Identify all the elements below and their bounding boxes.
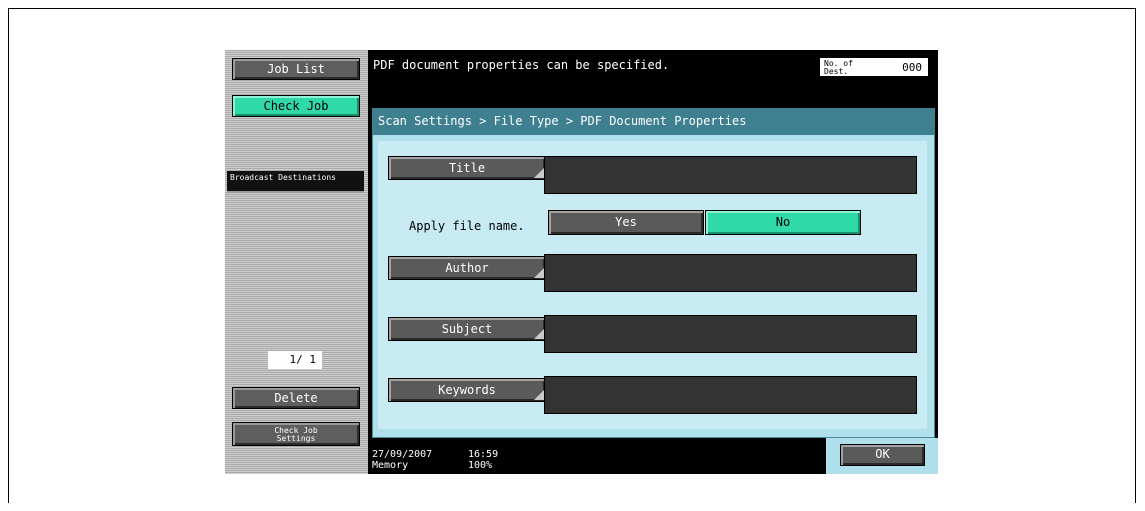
dest-count-box: No. of Dest. 000 (819, 57, 929, 77)
yes-label: Yes (615, 215, 637, 229)
job-list-button[interactable]: Job List (232, 58, 360, 80)
keywords-button[interactable]: Keywords (388, 378, 546, 402)
status-time: 16:59 (468, 449, 499, 460)
no-button[interactable]: No (705, 210, 861, 235)
delete-label: Delete (274, 391, 318, 405)
memory-label: Memory (372, 460, 409, 471)
ok-label: OK (875, 447, 890, 461)
memory-value: 100% (468, 460, 493, 471)
apply-file-name-label: Apply file name. (409, 219, 525, 233)
dest-value: 000 (902, 61, 922, 74)
yes-button[interactable]: Yes (548, 210, 704, 235)
check-job-settings-button[interactable]: Check Job Settings (232, 422, 360, 446)
title-label: Title (448, 161, 486, 175)
header-message: PDF document properties can be specified… (373, 58, 670, 72)
check-job-button[interactable]: Check Job (232, 95, 360, 117)
title-field[interactable] (544, 156, 917, 194)
no-label: No (775, 215, 791, 229)
dest-label: No. of Dest. (824, 59, 853, 76)
delete-button[interactable]: Delete (232, 387, 360, 409)
status-date: 27/09/2007 (372, 449, 433, 460)
keywords-label: Keywords (438, 383, 496, 397)
page-count: 1/ 1 (268, 351, 322, 369)
author-field[interactable] (544, 254, 917, 292)
check-job-settings-label: Check Job Settings (274, 426, 318, 443)
breadcrumb: Scan Settings > File Type > PDF Document… (372, 108, 935, 135)
job-list-label: Job List (267, 62, 325, 76)
ok-button[interactable]: OK (840, 444, 925, 466)
broadcast-destinations-label: Broadcast Destinations (227, 171, 364, 193)
subject-field[interactable] (544, 315, 917, 353)
author-label: Author (445, 261, 489, 275)
check-job-label: Check Job (263, 99, 329, 113)
subject-button[interactable]: Subject (388, 317, 546, 341)
status-bar: 27/09/2007 16:59 Memory 100% (368, 442, 826, 474)
keywords-field[interactable] (544, 376, 917, 414)
title-button[interactable]: Title (388, 156, 546, 180)
subject-label: Subject (441, 322, 493, 336)
author-button[interactable]: Author (388, 256, 546, 280)
